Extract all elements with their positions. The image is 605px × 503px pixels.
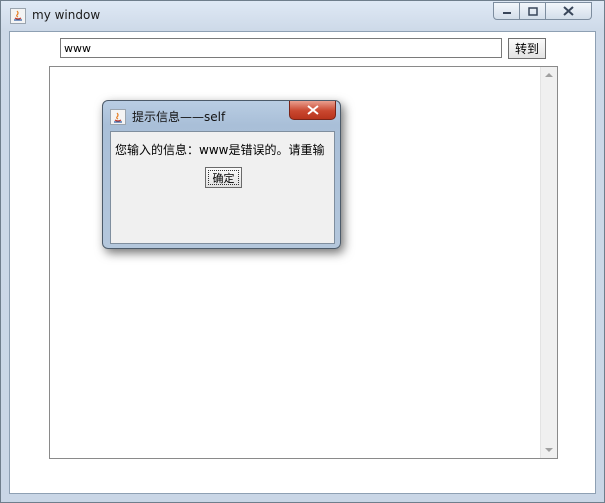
message-dialog: 提示信息——self 您输入的信息：www是错误的。请重输 确定 — [102, 100, 341, 249]
close-button[interactable] — [546, 2, 592, 20]
java-app-icon — [110, 109, 126, 125]
main-window: my window 转到 — [0, 0, 605, 503]
java-app-icon — [10, 8, 26, 24]
vertical-scrollbar[interactable] — [540, 67, 557, 458]
dialog-close-button[interactable] — [289, 101, 336, 120]
maximize-button[interactable] — [520, 2, 546, 20]
scroll-up-icon[interactable] — [545, 73, 553, 77]
url-input[interactable] — [60, 38, 502, 58]
close-icon — [563, 6, 574, 16]
minimize-button[interactable] — [493, 2, 520, 20]
ok-button[interactable]: 确定 — [205, 167, 242, 188]
window-caption-buttons — [493, 2, 592, 21]
minimize-icon — [502, 12, 511, 14]
scroll-down-icon[interactable] — [545, 448, 553, 452]
dialog-title: 提示信息——self — [132, 110, 226, 124]
close-icon — [306, 105, 319, 115]
go-button[interactable]: 转到 — [508, 38, 546, 59]
maximize-icon — [527, 6, 538, 16]
dialog-message: 您输入的信息：www是错误的。请重输 — [115, 143, 325, 157]
dialog-body: 您输入的信息：www是错误的。请重输 确定 — [110, 131, 335, 244]
window-title: my window — [32, 8, 101, 22]
